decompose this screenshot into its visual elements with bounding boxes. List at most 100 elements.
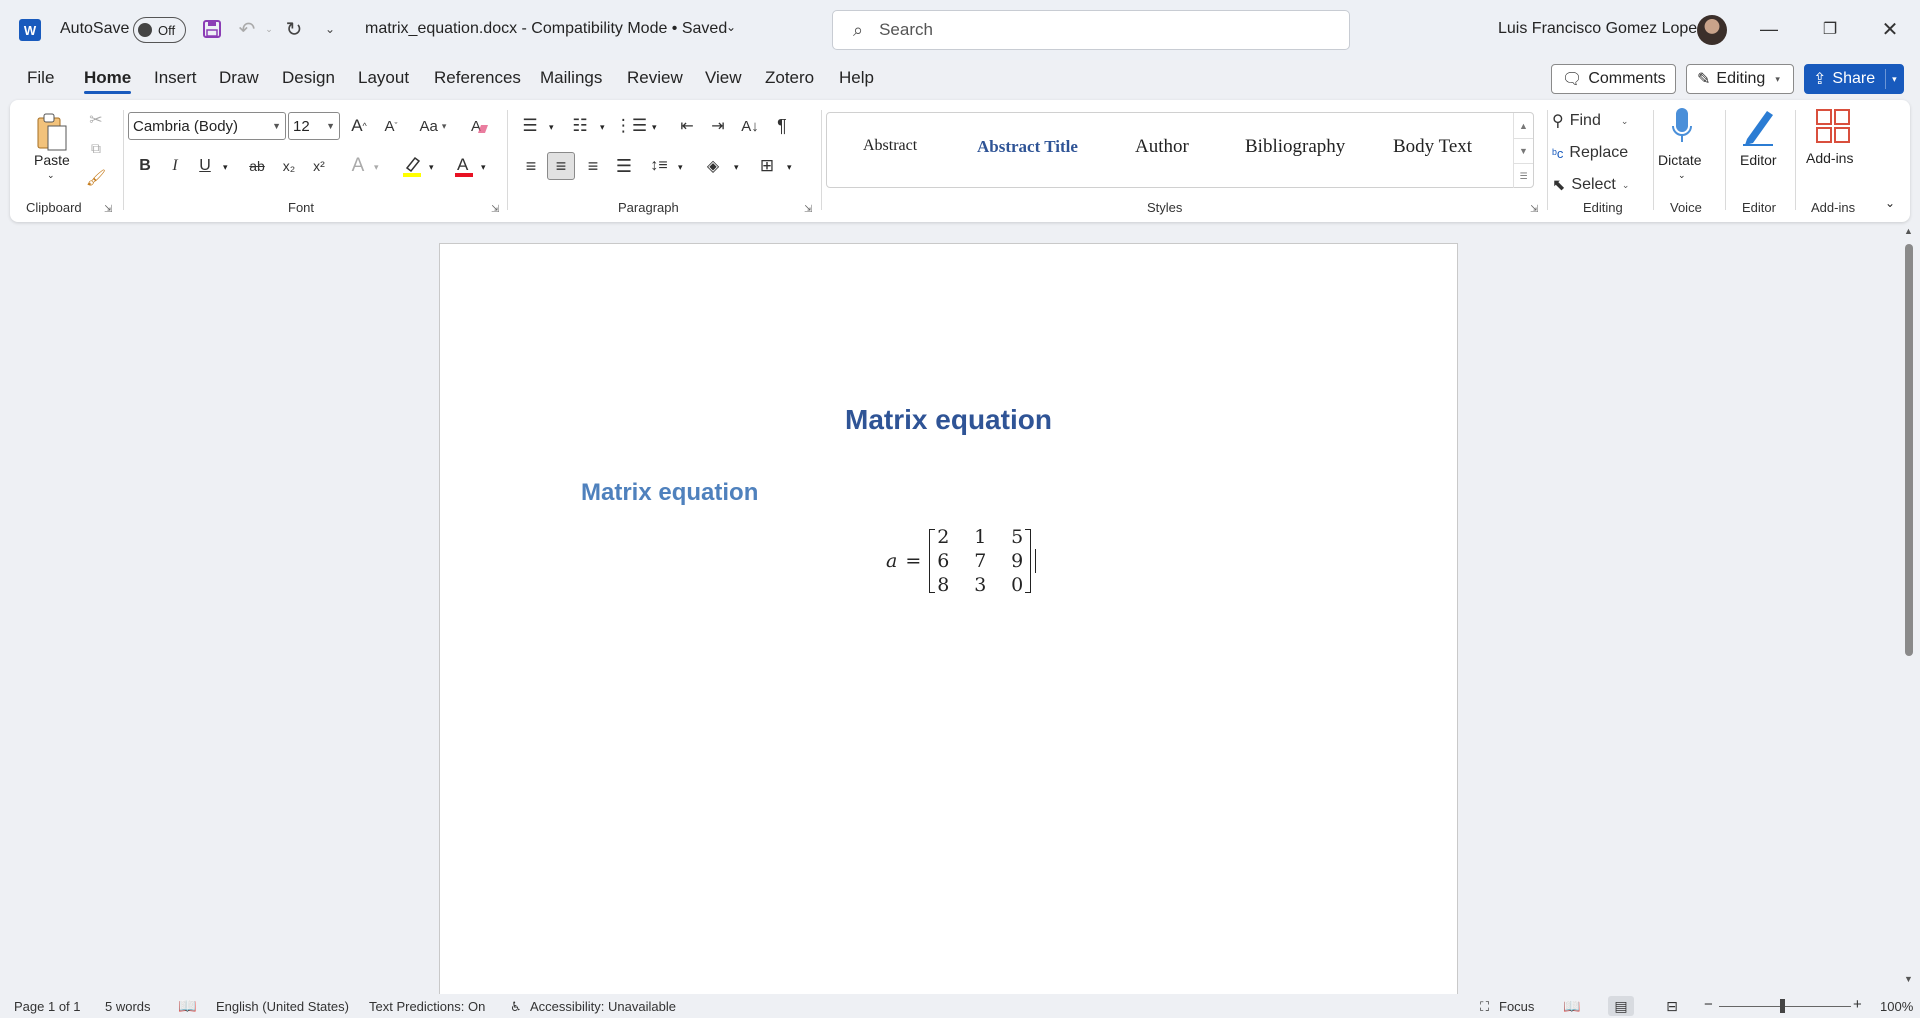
font-size-combo[interactable]: 12 ▼ [288,112,340,140]
line-spacing-dropdown-icon[interactable]: ▾ [678,162,683,173]
share-dropdown-icon[interactable]: ▾ [1892,74,1897,85]
microphone-icon[interactable] [1666,104,1698,148]
justify-icon[interactable]: ☰ [611,152,637,180]
borders-icon[interactable]: ⊞ [754,152,780,180]
web-layout-icon[interactable]: ⊟ [1659,996,1685,1016]
tab-view[interactable]: View [705,68,742,88]
underline-dropdown-icon[interactable]: ▾ [223,162,228,173]
subscript-button[interactable]: x₂ [276,152,302,180]
borders-dropdown-icon[interactable]: ▾ [787,162,792,173]
tab-zotero[interactable]: Zotero [765,68,814,88]
format-painter-icon[interactable]: 🖌 [84,166,108,190]
addins-label[interactable]: Add-ins [1806,150,1853,166]
editor-label[interactable]: Editor [1740,152,1777,168]
shrink-font-icon[interactable]: Aˇ [377,112,405,140]
text-effects-dropdown-icon[interactable]: ▾ [374,162,379,173]
customize-toolbar-icon[interactable]: ⌄ [317,16,343,42]
read-mode-icon[interactable]: 📖 [1559,996,1585,1016]
show-marks-icon[interactable]: ¶ [769,112,795,140]
dictate-dropdown-icon[interactable]: ⌄ [1678,170,1686,181]
increase-indent-icon[interactable]: ⇥ [705,112,731,140]
style-body-text[interactable]: Body Text [1393,136,1472,158]
font-color-dropdown-icon[interactable]: ▾ [481,162,486,173]
tab-file[interactable]: File [27,68,54,88]
highlight-icon[interactable] [398,152,426,180]
font-color-icon[interactable]: A [450,152,478,180]
tab-mailings[interactable]: Mailings [540,68,602,88]
tab-layout[interactable]: Layout [358,68,409,88]
text-effects-icon[interactable]: A [344,152,372,180]
close-icon[interactable]: ✕ [1875,14,1905,44]
redo-icon[interactable]: ↻ [281,16,307,42]
paragraph-launcher-icon[interactable]: ⇲ [804,204,812,215]
superscript-button[interactable]: x² [306,152,332,180]
editor-pen-icon[interactable] [1738,104,1778,148]
multilevel-list-icon[interactable]: ⋮☰ [615,112,647,140]
zoom-in-icon[interactable]: + [1853,996,1862,1013]
page-count[interactable]: Page 1 of 1 [14,999,81,1014]
cut-icon[interactable]: ✂ [84,108,108,132]
replace-button[interactable]: ᵇc Replace [1552,140,1652,166]
paste-label[interactable]: Paste [34,152,70,168]
decrease-indent-icon[interactable]: ⇤ [674,112,700,140]
proofing-icon[interactable]: 📖 [178,997,197,1015]
style-abstract-title[interactable]: Abstract Title [977,137,1078,157]
paste-dropdown-icon[interactable]: ⌄ [47,170,55,181]
style-author[interactable]: Author [1135,136,1189,158]
change-case-button[interactable]: Aa ▾ [413,112,453,140]
accessibility-status[interactable]: Accessibility: Unavailable [530,999,676,1014]
tab-references[interactable]: References [434,68,521,88]
tab-design[interactable]: Design [282,68,335,88]
matrix-equation[interactable]: a = 2 1 5 6 7 9 8 3 0 [886,526,1037,596]
search-input[interactable]: ⌕ Search [832,10,1350,50]
scroll-thumb[interactable] [1905,244,1913,656]
word-count[interactable]: 5 words [105,999,151,1014]
comments-button[interactable]: 🗨 Comments [1551,64,1676,94]
language[interactable]: English (United States) [216,999,349,1014]
user-name[interactable]: Luis Francisco Gomez Lopez [1498,20,1705,38]
shading-dropdown-icon[interactable]: ▾ [734,162,739,173]
select-button[interactable]: ⬉ Select ⌄ [1552,172,1642,198]
tab-help[interactable]: Help [839,68,874,88]
dictate-label[interactable]: Dictate [1658,152,1702,168]
undo-dropdown-icon[interactable]: ⌄ [256,16,282,42]
italic-button[interactable]: I [162,152,188,180]
line-spacing-icon[interactable]: ↕≡ [646,152,672,180]
align-center-icon[interactable]: ≡ [547,152,575,180]
zoom-slider-thumb[interactable] [1780,999,1785,1013]
tab-review[interactable]: Review [627,68,683,88]
underline-button[interactable]: U [192,152,218,180]
grow-font-icon[interactable]: A ^ [345,112,373,140]
accessibility-icon[interactable]: ♿ [510,999,522,1015]
minimize-icon[interactable]: — [1754,14,1784,44]
numbering-dropdown-icon[interactable]: ▾ [600,122,605,133]
tab-home[interactable]: Home [84,68,132,94]
scroll-down-icon[interactable]: ▼ [1904,974,1913,984]
clear-formatting-icon[interactable]: A [466,112,494,140]
styles-more-icon[interactable]: ☰ [1513,163,1533,188]
title-dropdown-icon[interactable]: ⌄ [726,20,736,34]
font-name-combo[interactable]: Cambria (Body) ▼ [128,112,286,140]
styles-scroll-down-icon[interactable]: ▼ [1513,138,1533,163]
focus-button[interactable]: Focus [1499,999,1534,1014]
bullets-icon[interactable]: ☰ [518,112,542,140]
avatar[interactable] [1697,15,1727,45]
align-right-icon[interactable]: ≡ [580,152,606,180]
scroll-up-icon[interactable]: ▲ [1904,226,1913,236]
document-page[interactable]: Matrix equation Matrix equation a = 2 1 … [439,243,1458,1018]
sort-icon[interactable]: A↓ [737,112,763,140]
restore-icon[interactable]: ❐ [1815,14,1845,44]
tab-insert[interactable]: Insert [154,68,197,88]
vertical-scrollbar[interactable]: ▲ ▼ [1903,226,1915,986]
ribbon-collapse-icon[interactable]: ⌄ [1885,196,1895,210]
addins-grid-icon[interactable] [1813,106,1853,146]
share-button[interactable]: ⇪ Share ▾ [1804,64,1904,94]
editing-mode-button[interactable]: ✎ Editing ▾ [1686,64,1794,94]
zoom-slider[interactable] [1719,1006,1851,1007]
multilevel-dropdown-icon[interactable]: ▾ [652,122,657,133]
bold-button[interactable]: B [132,152,158,180]
style-abstract[interactable]: Abstract [863,137,917,155]
bullets-dropdown-icon[interactable]: ▾ [549,122,554,133]
shading-icon[interactable]: ◈ [700,152,726,180]
font-launcher-icon[interactable]: ⇲ [491,204,499,215]
